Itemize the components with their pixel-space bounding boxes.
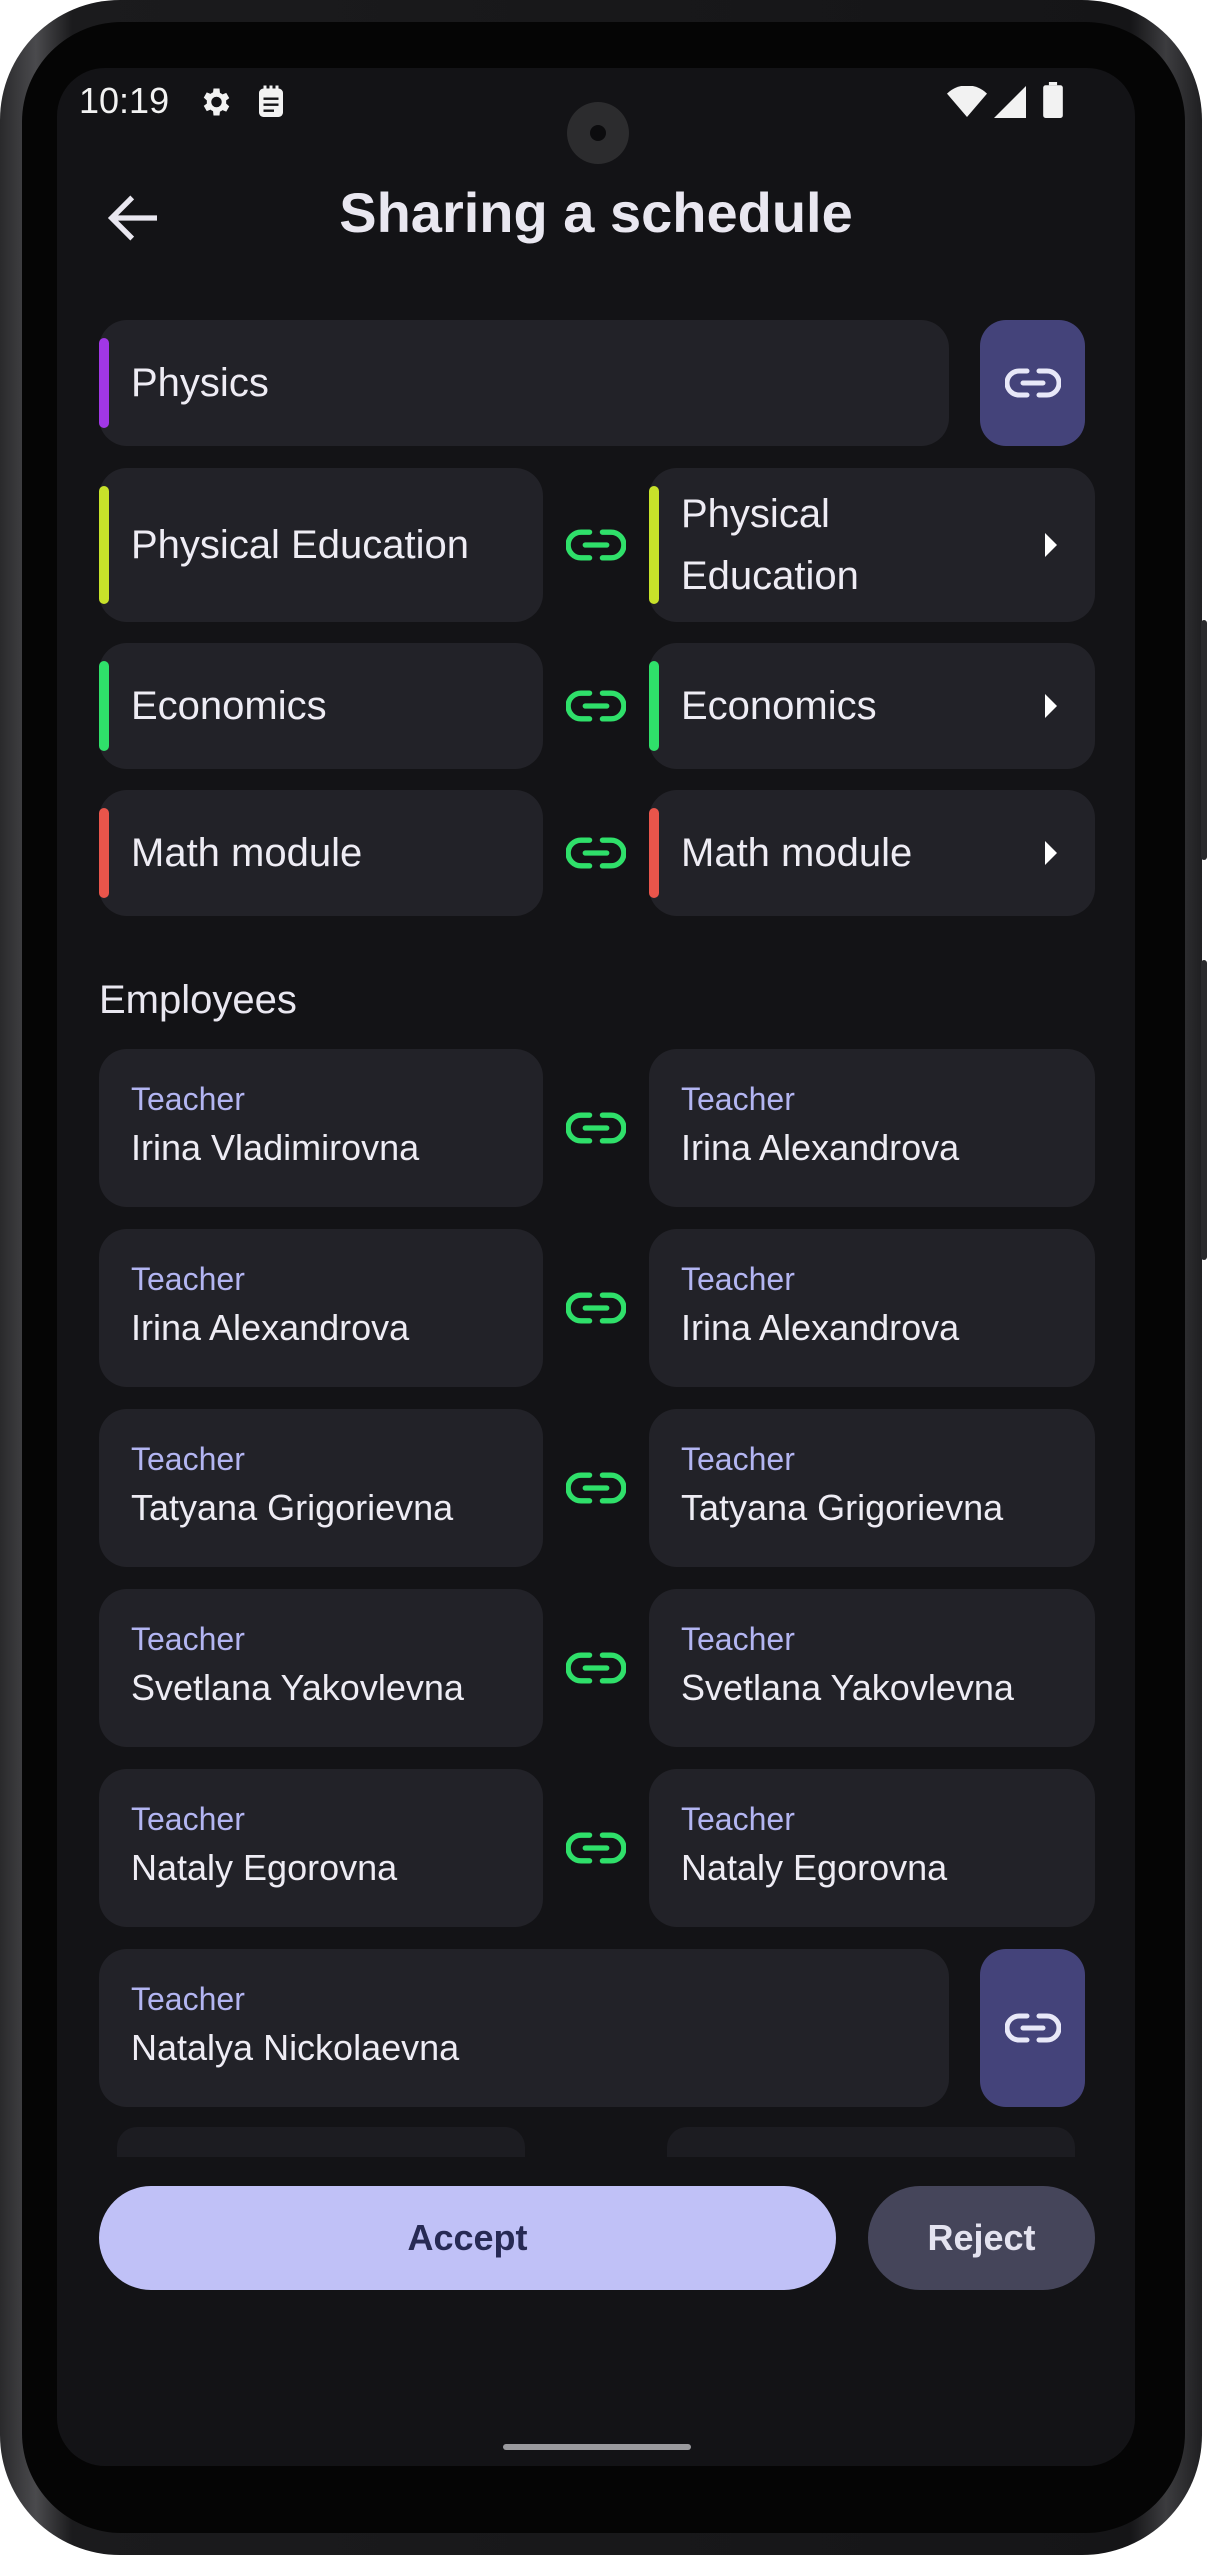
subject-color-stripe bbox=[649, 661, 659, 751]
chevron-right-icon bbox=[1045, 841, 1057, 865]
chevron-right-icon bbox=[1045, 694, 1057, 718]
employee-card-left[interactable]: Teacher Svetlana Yakovlevna bbox=[99, 1589, 543, 1747]
employee-card-peek bbox=[667, 2127, 1075, 2157]
page-title: Sharing a schedule bbox=[339, 181, 853, 244]
employee-role: Teacher bbox=[681, 1261, 795, 1297]
subject-label: Physical Education bbox=[681, 492, 859, 598]
employee-name: Nataly Egorovna bbox=[131, 1847, 398, 1888]
employee-card-unlinked[interactable]: Teacher Natalya Nickolaevna bbox=[99, 1949, 949, 2107]
employee-card-left[interactable]: Teacher Irina Alexandrova bbox=[99, 1229, 543, 1387]
employee-card-right[interactable]: Teacher Irina Alexandrova bbox=[649, 1049, 1095, 1207]
wifi-icon bbox=[947, 86, 987, 117]
home-indicator[interactable] bbox=[503, 2444, 691, 2450]
subject-card-right[interactable]: Economics bbox=[649, 643, 1095, 769]
settings-icon bbox=[203, 88, 230, 116]
employee-role: Teacher bbox=[681, 1801, 795, 1837]
employee-role: Teacher bbox=[131, 1441, 245, 1477]
employee-name: Nataly Egorovna bbox=[681, 1847, 948, 1888]
chevron-right-icon bbox=[1045, 533, 1057, 557]
reject-button[interactable]: Reject bbox=[868, 2186, 1095, 2290]
linked-icon bbox=[566, 1292, 626, 1324]
employee-name: Natalya Nickolaevna bbox=[131, 2027, 460, 2068]
employee-name: Svetlana Yakovlevna bbox=[131, 1667, 464, 1708]
power-button bbox=[1201, 620, 1207, 860]
employee-name: Irina Vladimirovna bbox=[131, 1127, 420, 1168]
linked-icon bbox=[566, 1112, 626, 1144]
link-employee-button[interactable] bbox=[980, 1949, 1085, 2107]
cellular-signal-icon bbox=[994, 86, 1026, 118]
employee-card-left[interactable]: Teacher Irina Vladimirovna bbox=[99, 1049, 543, 1207]
employee-role: Teacher bbox=[681, 1621, 795, 1657]
accept-button[interactable]: Accept bbox=[99, 2186, 836, 2290]
subject-color-stripe bbox=[99, 808, 109, 898]
subject-label: Physical Education bbox=[131, 523, 469, 567]
app-screen: 10:19 Sharing a schedule Physics Physica… bbox=[57, 68, 1135, 2466]
employee-name: Irina Alexandrova bbox=[681, 1307, 960, 1348]
link-subject-button[interactable] bbox=[980, 320, 1085, 446]
employee-card-right[interactable]: Teacher Tatyana Grigorievna bbox=[649, 1409, 1095, 1567]
subject-label: Economics bbox=[131, 684, 327, 728]
subject-color-stripe bbox=[649, 808, 659, 898]
employee-role: Teacher bbox=[131, 1081, 245, 1117]
subject-label: Math module bbox=[681, 831, 913, 875]
employee-role: Teacher bbox=[131, 1981, 245, 2017]
employee-name: Tatyana Grigorievna bbox=[131, 1487, 454, 1528]
battery-icon bbox=[1043, 82, 1063, 118]
employee-role: Teacher bbox=[131, 1621, 245, 1657]
employee-name: Tatyana Grigorievna bbox=[681, 1487, 1004, 1528]
employee-name: Irina Alexandrova bbox=[681, 1127, 960, 1168]
subject-card-physics[interactable]: Physics bbox=[99, 320, 949, 446]
employee-card-right[interactable]: Teacher Nataly Egorovna bbox=[649, 1769, 1095, 1927]
subject-card-left[interactable]: Math module bbox=[99, 790, 543, 916]
notepad-icon bbox=[259, 85, 283, 117]
linked-icon bbox=[566, 1652, 626, 1684]
subject-color-stripe bbox=[99, 486, 109, 604]
status-time: 10:19 bbox=[79, 80, 170, 121]
front-camera bbox=[567, 102, 629, 164]
employee-name: Irina Alexandrova bbox=[131, 1307, 410, 1348]
subject-card-left[interactable]: Economics bbox=[99, 643, 543, 769]
employee-role: Teacher bbox=[681, 1441, 795, 1477]
subject-card-right[interactable]: Physical Education bbox=[649, 468, 1095, 622]
volume-button bbox=[1201, 960, 1207, 1260]
employee-card-left[interactable]: Teacher Nataly Egorovna bbox=[99, 1769, 543, 1927]
linked-icon bbox=[566, 529, 626, 561]
link-icon bbox=[1004, 368, 1061, 398]
subject-card-right[interactable]: Math module bbox=[649, 790, 1095, 916]
employee-role: Teacher bbox=[681, 1081, 795, 1117]
subject-color-stripe bbox=[99, 338, 109, 428]
linked-icon bbox=[566, 1472, 626, 1504]
employee-card-left[interactable]: Teacher Tatyana Grigorievna bbox=[99, 1409, 543, 1567]
subject-label: Physics bbox=[131, 361, 269, 405]
employee-name: Svetlana Yakovlevna bbox=[681, 1667, 1014, 1708]
subject-color-stripe bbox=[99, 661, 109, 751]
employee-card-right[interactable]: Teacher Svetlana Yakovlevna bbox=[649, 1589, 1095, 1747]
employees-section-title: Employees bbox=[99, 978, 297, 1022]
employee-role: Teacher bbox=[131, 1801, 245, 1837]
link-icon bbox=[1004, 2013, 1061, 2043]
subject-label: Math module bbox=[131, 831, 363, 875]
employee-card-right[interactable]: Teacher Irina Alexandrova bbox=[649, 1229, 1095, 1387]
linked-icon bbox=[566, 837, 626, 869]
subject-color-stripe bbox=[649, 486, 659, 604]
linked-icon bbox=[566, 690, 626, 722]
employee-card-peek bbox=[117, 2127, 525, 2157]
linked-icon bbox=[566, 1832, 626, 1864]
employee-role: Teacher bbox=[131, 1261, 245, 1297]
subject-label: Economics bbox=[681, 684, 877, 728]
subject-card-left[interactable]: Physical Education bbox=[99, 468, 543, 622]
